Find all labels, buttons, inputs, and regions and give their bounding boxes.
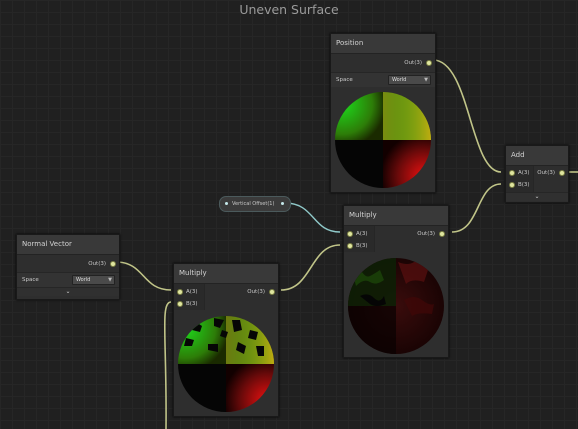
wire-position-to-add (432, 59, 502, 173)
vertical-offset-property[interactable]: Vertical Offset(1) (219, 196, 291, 212)
port-dot-icon[interactable] (110, 261, 116, 267)
normal-vector-title: Normal Vector (17, 235, 119, 255)
port-dot-icon[interactable] (269, 289, 275, 295)
normal-vector-space-label: Space (22, 277, 39, 283)
position-out-label: Out(3) (404, 60, 422, 66)
port-dot-icon[interactable] (426, 60, 432, 66)
position-space-label: Space (336, 77, 353, 83)
normal-vector-out-label: Out(3) (88, 261, 106, 267)
port-dot-icon[interactable] (177, 289, 183, 295)
position-space-value: World (392, 77, 407, 83)
port-dot-icon[interactable] (347, 243, 353, 249)
multiply-top-title: Multiply (344, 206, 448, 226)
multiply-top-input-b[interactable]: B(3) (344, 240, 386, 252)
port-dot-icon[interactable] (559, 170, 565, 176)
add-input-b-label: B(3) (518, 182, 530, 188)
position-space-field: Space World ▼ (331, 72, 435, 87)
multiply-bottom-out-port[interactable]: Out(3) (205, 286, 278, 298)
add-node[interactable]: Add A(3) B(3) Out(3) ⌄ (505, 145, 569, 203)
multiply-top-out-port[interactable]: Out(3) (375, 228, 448, 240)
wire-multiply-to-add (451, 183, 502, 233)
port-dot-icon[interactable] (509, 170, 515, 176)
port-dot-icon[interactable] (509, 182, 515, 188)
vertical-offset-label: Vertical Offset(1) (232, 201, 275, 207)
add-out-label: Out(3) (537, 170, 555, 176)
normal-vector-space-value: World (76, 277, 91, 283)
multiply-bottom-input-a-label: A(3) (186, 289, 198, 295)
wire-multiply-bottom-to-top (280, 244, 341, 291)
port-dot-icon[interactable] (347, 231, 353, 237)
multiply-bottom-title: Multiply (174, 264, 278, 284)
dropdown-arrow-icon: ▼ (424, 77, 428, 83)
connection-wires (115, 59, 578, 429)
normal-vector-space-field: Space World ▼ (17, 272, 119, 287)
position-node-title: Position (331, 34, 435, 54)
multiply-top-input-a-label: A(3) (356, 231, 368, 237)
add-node-title: Add (506, 146, 568, 166)
multiply-top-out-label: Out(3) (417, 231, 435, 237)
wire-normal-to-multiply (115, 261, 172, 291)
multiply-top-preview-sphere (348, 258, 444, 354)
position-preview-sphere (335, 92, 431, 188)
normal-vector-space-dropdown[interactable]: World ▼ (72, 275, 115, 285)
wire-offset-to-multiply (284, 202, 341, 233)
add-out-port[interactable]: Out(3) (521, 167, 568, 179)
normal-vector-out-port[interactable]: Out(3) (17, 258, 119, 270)
dropdown-arrow-icon: ▼ (108, 277, 112, 283)
multiply-bottom-out-label: Out(3) (247, 289, 265, 295)
add-input-b[interactable]: B(3) (506, 179, 545, 191)
port-dot-icon[interactable] (177, 301, 183, 307)
multiply-bottom-input-b-label: B(3) (186, 301, 198, 307)
add-collapse-button[interactable]: ⌄ (506, 192, 568, 201)
property-out-port-icon[interactable] (281, 202, 284, 205)
normal-vector-collapse-button[interactable]: ⌄ (17, 287, 119, 296)
multiply-top-input-b-label: B(3) (356, 243, 368, 249)
normal-vector-node[interactable]: Normal Vector Out(3) Space World ▼ ⌄ (16, 234, 120, 300)
multiply-bottom-input-b[interactable]: B(3) (174, 298, 216, 310)
property-dot-icon (225, 202, 228, 205)
position-out-port[interactable]: Out(3) (331, 57, 435, 69)
port-dot-icon[interactable] (439, 231, 445, 237)
wire-incoming-b (163, 301, 172, 429)
multiply-bottom-preview-sphere (178, 316, 274, 412)
position-space-dropdown[interactable]: World ▼ (388, 75, 431, 85)
